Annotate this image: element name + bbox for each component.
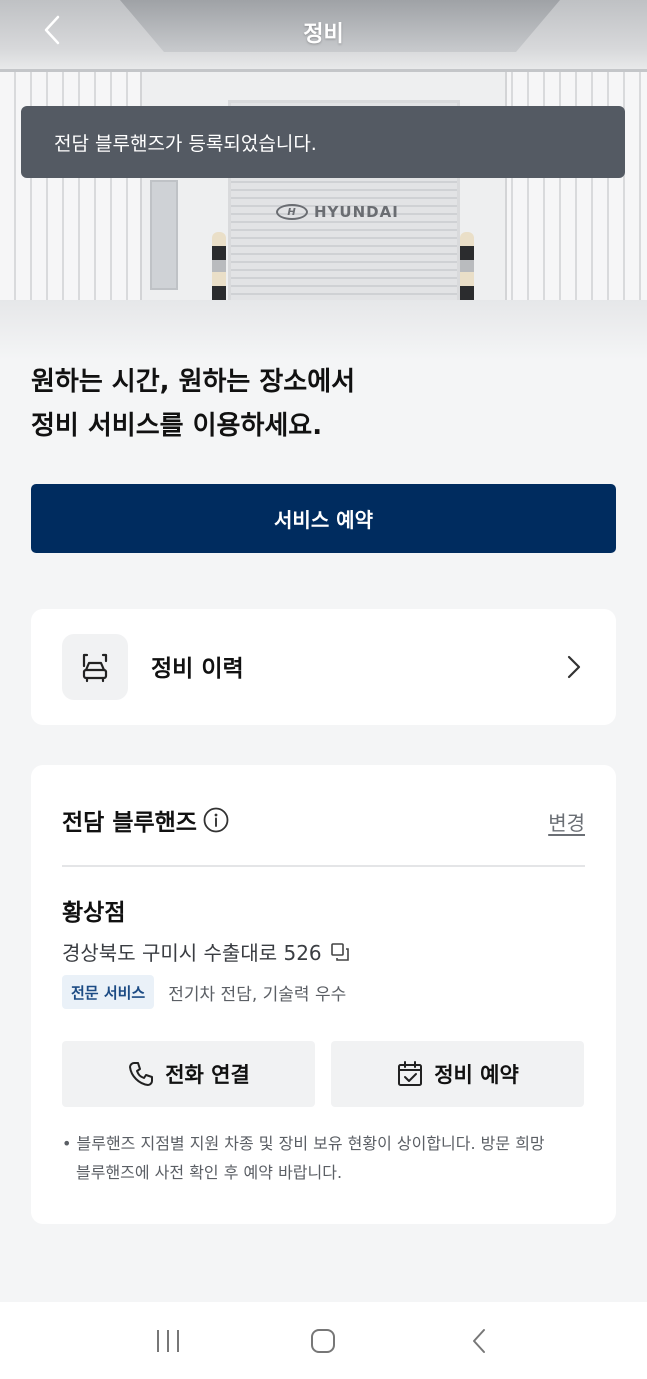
hyundai-logo-icon: H xyxy=(276,204,308,220)
tag-row: 전문 서비스 전기차 전담, 기술력 우수 xyxy=(62,975,346,1009)
hyundai-logo: H HYUNDAI xyxy=(276,202,406,222)
page-title: 정비 xyxy=(303,22,344,47)
recents-button[interactable] xyxy=(148,1321,188,1361)
branch-name: 황상점 xyxy=(62,900,126,926)
divider xyxy=(62,865,585,867)
hero-floor xyxy=(0,300,647,360)
calendar-check-icon xyxy=(398,1061,423,1086)
copy-icon[interactable] xyxy=(330,942,350,962)
call-button[interactable]: 전화 연결 xyxy=(62,1041,315,1107)
system-navigation-bar xyxy=(0,1302,647,1379)
maintenance-history-card[interactable]: 정비 이력 xyxy=(31,609,616,725)
home-button[interactable] xyxy=(303,1321,343,1361)
hero-door xyxy=(150,180,178,290)
phone-icon xyxy=(129,1062,154,1086)
hero-wall-left xyxy=(0,60,140,320)
chevron-right-icon xyxy=(567,655,581,679)
dedicated-bluehands-card: 전담 블루핸즈 변경 황상점 경상북도 구미시 수출대로 526 전문 서비스 … xyxy=(31,765,616,1224)
service-reservation-button[interactable]: 서비스 예약 xyxy=(31,484,616,553)
change-link[interactable]: 변경 xyxy=(548,807,585,836)
headline: 원하는 시간, 원하는 장소에서 정비 서비스를 이용하세요. xyxy=(31,360,591,448)
hero-wall-right xyxy=(497,60,647,320)
back-icon xyxy=(473,1328,486,1353)
hyundai-logo-text: HYUNDAI xyxy=(314,203,399,221)
bluehands-title-row: 전담 블루핸즈 변경 xyxy=(62,803,585,837)
call-button-label: 전화 연결 xyxy=(165,1063,250,1087)
specialty-tag: 전문 서비스 xyxy=(62,975,155,1009)
system-back-button[interactable] xyxy=(459,1321,499,1361)
headline-line-1: 원하는 시간, 원하는 장소에서 xyxy=(31,367,356,397)
info-icon[interactable] xyxy=(203,807,229,833)
address-row: 경상북도 구미시 수출대로 526 xyxy=(62,937,350,966)
toast-message: 전담 블루핸즈가 등록되었습니다. xyxy=(21,106,625,178)
history-icon-box xyxy=(62,634,128,700)
reserve-maintenance-button[interactable]: 정비 예약 xyxy=(331,1041,584,1107)
branch-address: 경상북도 구미시 수출대로 526 xyxy=(62,941,322,965)
home-icon xyxy=(311,1328,336,1353)
headline-line-2: 정비 서비스를 이용하세요. xyxy=(31,411,323,441)
top-header: 정비 xyxy=(0,0,647,60)
recents-icon xyxy=(156,1329,179,1352)
action-buttons: 전화 연결 정비 예약 xyxy=(62,1041,584,1107)
history-label: 정비 이력 xyxy=(151,656,244,682)
notice-text: • 블루핸즈 지점별 지원 차종 및 장비 보유 현황이 상이합니다. 방문 희… xyxy=(62,1134,545,1182)
reserve-button-label: 정비 예약 xyxy=(434,1063,519,1087)
bluehands-title: 전담 블루핸즈 xyxy=(62,810,197,836)
specialty-description: 전기차 전담, 기술력 우수 xyxy=(168,984,347,1005)
car-repair-icon xyxy=(82,653,108,683)
